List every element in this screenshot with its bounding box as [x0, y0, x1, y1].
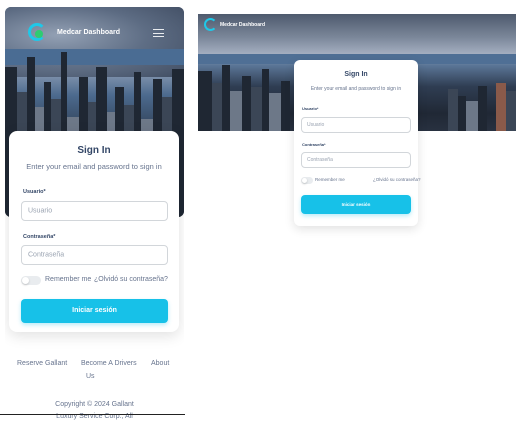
footer-divider — [0, 414, 185, 415]
desktop-logo-icon — [204, 18, 217, 31]
brand-name[interactable]: Medcar Dashboard — [57, 29, 120, 36]
desktop-password-placeholder: Contraseña — [307, 157, 333, 163]
mobile-navbar: Medcar Dashboard — [5, 7, 184, 55]
mobile-view: Medcar Dashboard Sign In Enter your emai… — [5, 7, 184, 438]
desktop-remember-me-label: Remember me — [315, 177, 345, 182]
password-label: Contraseña* — [23, 234, 56, 240]
desktop-brand-name[interactable]: Medcar Dashboard — [220, 22, 265, 28]
username-label: Usuario* — [23, 189, 46, 195]
footer-link-about-us[interactable]: Us — [86, 373, 95, 380]
desktop-username-input[interactable]: Usuario — [301, 117, 411, 133]
hamburger-menu-icon[interactable] — [153, 29, 164, 37]
forgot-password-link[interactable]: ¿Olvidó su contraseña? — [94, 276, 168, 283]
desktop-signin-subtitle: Enter your email and password to sign in — [310, 86, 402, 92]
footer-link-become-driver[interactable]: Become A Drivers — [81, 360, 137, 367]
desktop-username-label: Usuario* — [302, 106, 319, 111]
remember-me-label: Remember me — [45, 276, 92, 283]
signin-card: Sign In Enter your email and password to… — [9, 131, 179, 332]
desktop-signin-card: Sign In Enter your email and password to… — [294, 60, 421, 226]
footer-link-reserve[interactable]: Reserve Gallant — [17, 360, 67, 367]
footer-link-about[interactable]: About — [151, 360, 169, 367]
password-input[interactable]: Contraseña — [21, 245, 168, 265]
remember-me-toggle[interactable] — [21, 276, 41, 285]
username-input[interactable]: Usuario — [21, 201, 168, 221]
desktop-password-input[interactable]: Contraseña — [301, 152, 411, 168]
signin-title: Sign In — [77, 145, 111, 156]
copyright-line-1: Copyright © 2024 Gallant — [55, 401, 134, 408]
desktop-signin-title: Sign In — [344, 71, 368, 78]
desktop-forgot-password-link[interactable]: ¿Olvidó su contraseña? — [373, 177, 421, 182]
login-button[interactable]: Iniciar sesión — [21, 299, 168, 323]
desktop-password-label: Contraseña* — [302, 142, 326, 147]
logo-dot-icon — [35, 30, 43, 38]
desktop-login-button[interactable]: Iniciar sesión — [301, 195, 411, 214]
signin-subtitle: Enter your email and password to sign in — [26, 162, 162, 171]
desktop-username-placeholder: Usuario — [307, 122, 325, 128]
password-placeholder: Contraseña — [28, 251, 65, 259]
desktop-remember-me-toggle[interactable] — [301, 177, 313, 184]
username-placeholder: Usuario — [28, 207, 53, 215]
